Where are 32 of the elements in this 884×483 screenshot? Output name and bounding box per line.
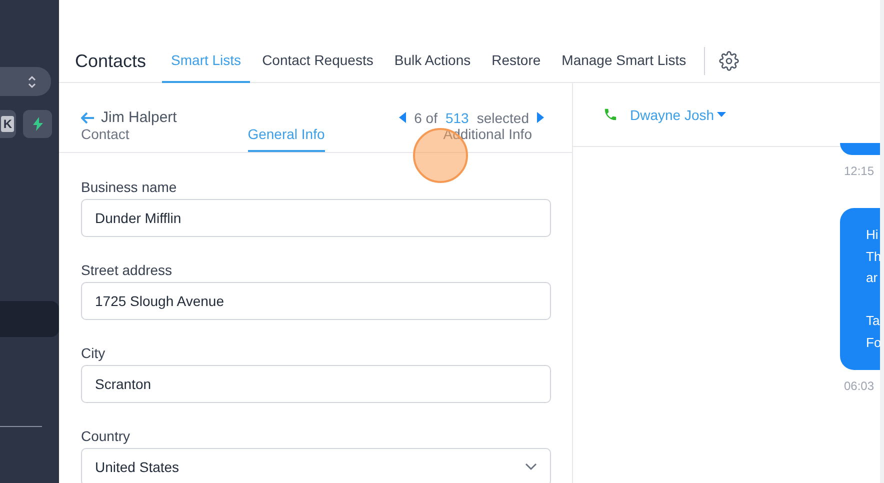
field-label: City [81, 345, 106, 361]
field-label: Street address [81, 262, 174, 278]
previous-icon[interactable] [399, 112, 406, 123]
select-field[interactable]: United States [81, 448, 551, 483]
left-arrow-icon [81, 112, 95, 124]
message-time: 06:03 [844, 379, 874, 393]
message-time: 12:15 [844, 164, 874, 178]
shortcut-button[interactable]: K [0, 110, 16, 138]
up-down-chevron-icon [27, 74, 37, 90]
pager-position: 6 of [414, 110, 438, 126]
nav-tab[interactable]: Restore [482, 40, 550, 82]
nav-tab[interactable]: Manage Smart Lists [552, 40, 696, 82]
caret-icon [717, 112, 726, 117]
nav-tab[interactable]: Bulk Actions [385, 40, 480, 82]
field-label: Country [81, 428, 132, 444]
next-icon[interactable] [537, 112, 544, 123]
nav-tab[interactable]: Contact Requests [253, 40, 382, 82]
contact-tab[interactable]: Contact [81, 126, 130, 152]
chevron-down-icon [525, 463, 537, 471]
phone-icon[interactable] [603, 107, 618, 122]
settings-icon[interactable] [719, 51, 740, 71]
page-title: Contacts [75, 50, 146, 72]
pager-suffix: selected [476, 110, 529, 126]
back-link[interactable]: Jim Halpert [81, 109, 177, 126]
lightning-icon [32, 117, 42, 131]
input-field[interactable]: Dunder Mifflin [81, 199, 551, 237]
input-field[interactable]: Scranton [81, 365, 551, 403]
input-field[interactable]: 1725 Slough Avenue [81, 282, 551, 320]
sidebar-selector[interactable] [0, 67, 51, 96]
quick-action-button[interactable] [23, 110, 52, 138]
field-label: Business name [81, 179, 178, 195]
pager-total: 513 [445, 110, 469, 126]
